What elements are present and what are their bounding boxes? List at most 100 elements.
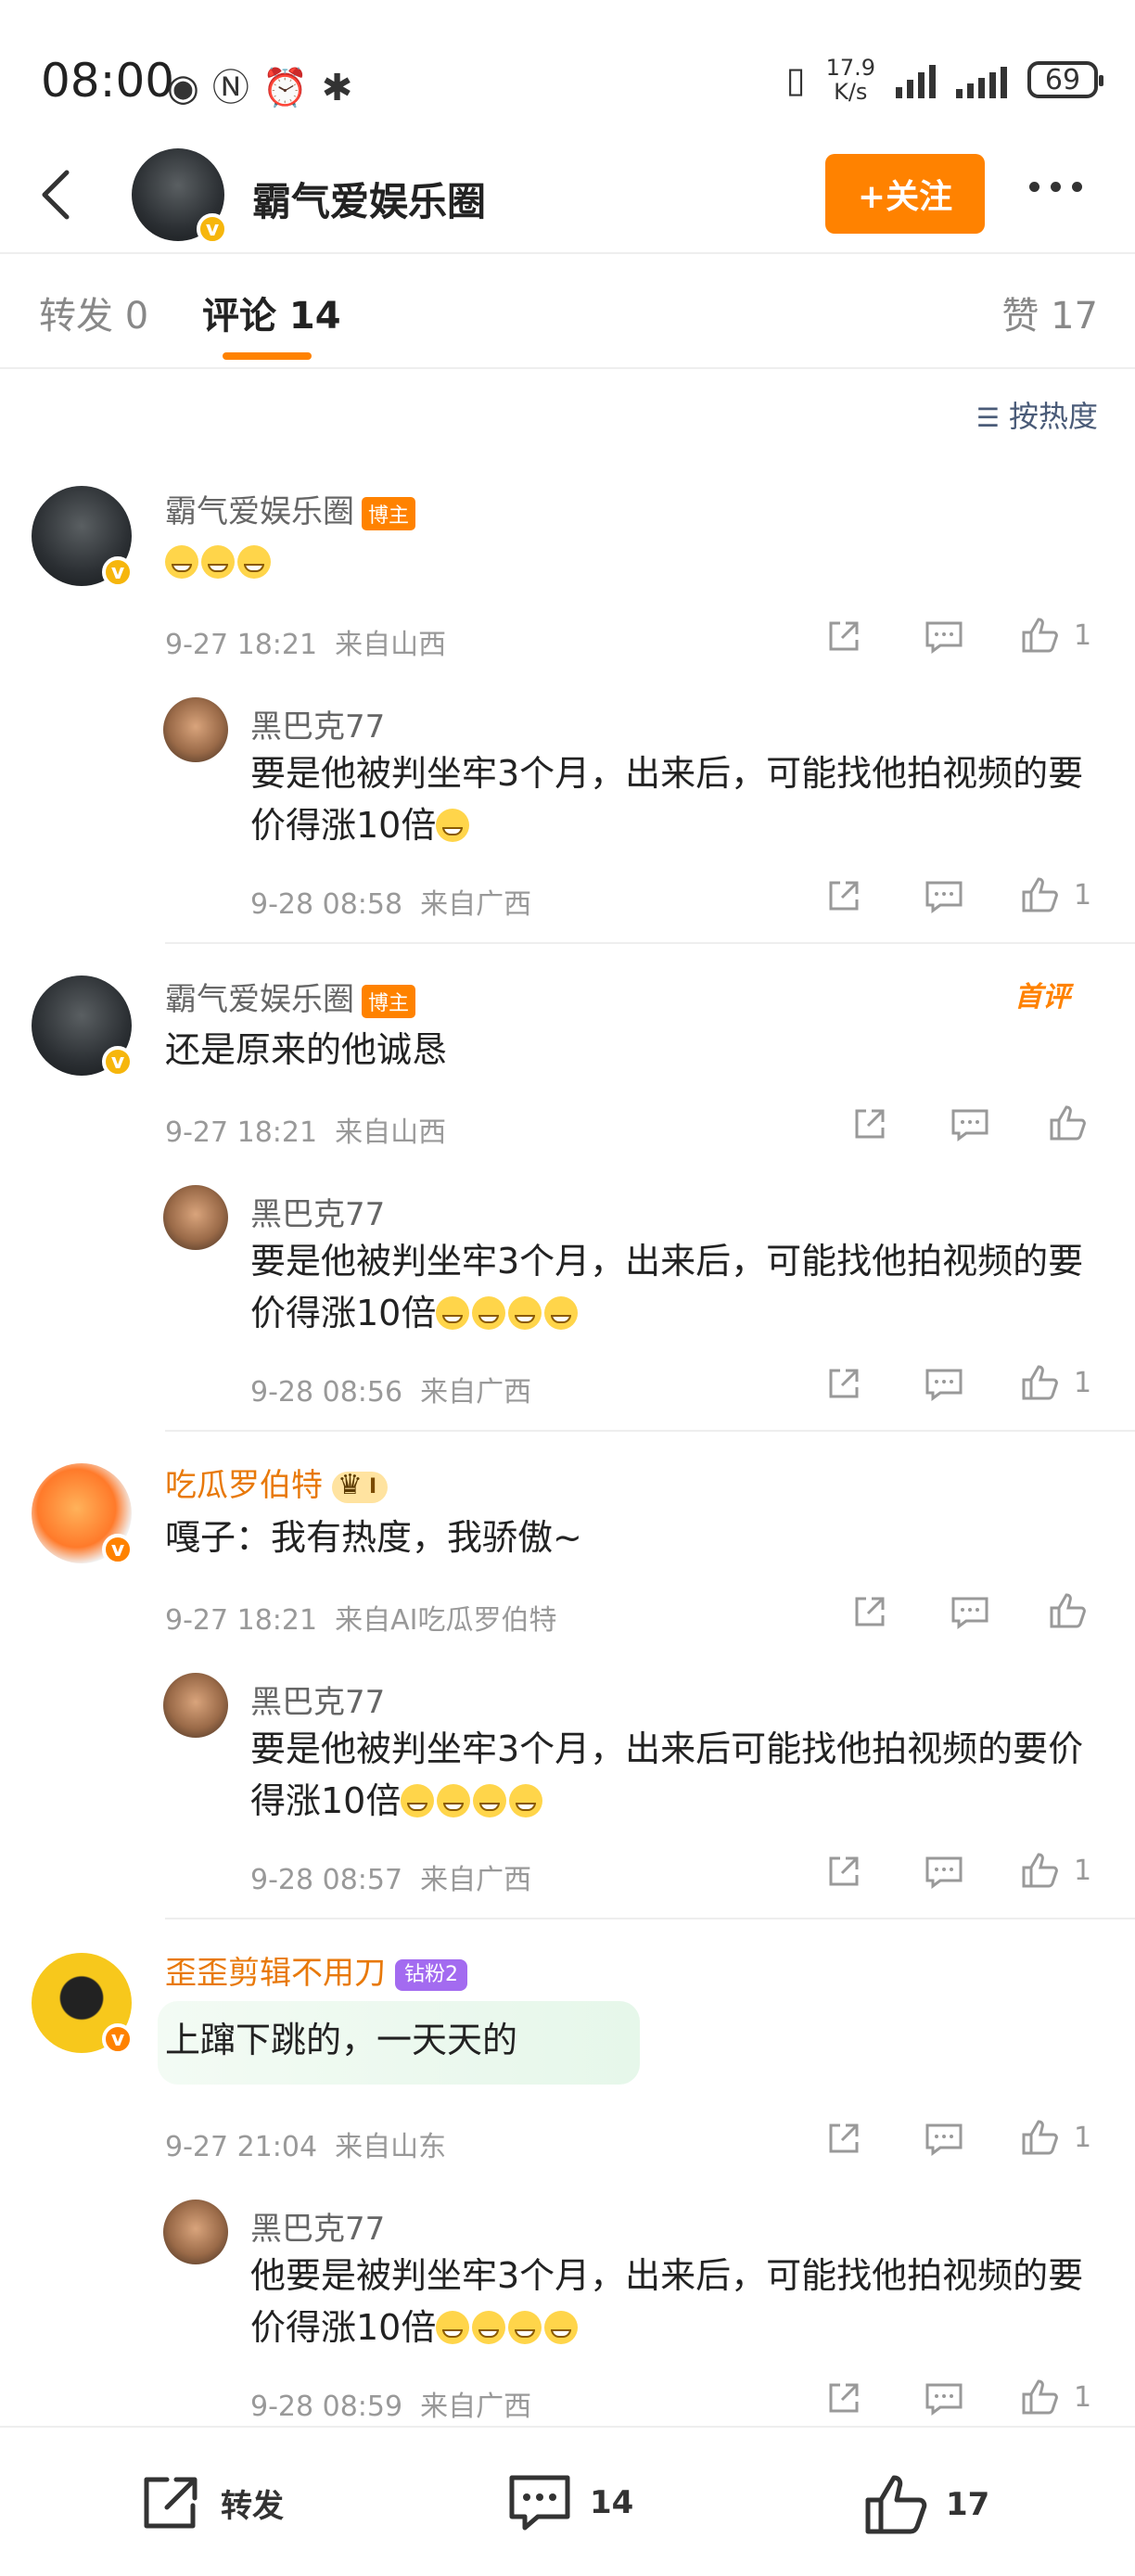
status-time: 08:00 — [41, 54, 175, 108]
host-badge: 博主 — [362, 496, 416, 530]
reply-icon[interactable] — [924, 1367, 964, 1402]
replier-name[interactable]: 黑巴克77 — [250, 2203, 385, 2249]
commenter-name-row: 霸气爱娱乐圈 博主 — [165, 486, 416, 531]
reply-text: 要是他被判坐牢3个月，出来后，可能找他拍视频的要价得涨10倍 — [250, 1241, 1084, 1333]
like-button[interactable]: 1 — [1020, 616, 1091, 655]
grin-emoji — [436, 809, 470, 842]
like-count: 17 — [946, 2486, 990, 2523]
thumbs-up-icon[interactable] — [1048, 1103, 1089, 1142]
reply-icon[interactable] — [950, 1595, 990, 1630]
grin-emoji — [437, 1784, 471, 1817]
share-icon[interactable] — [825, 1365, 862, 1402]
like-button[interactable]: 1 — [1020, 2118, 1091, 2157]
bluetooth-icon: ✱ — [321, 67, 366, 109]
grin-emoji — [508, 1296, 542, 1330]
commenter-avatar[interactable]: v — [32, 1463, 134, 1565]
verified-icon: v — [102, 1046, 134, 1078]
commenter-name[interactable]: 霸气爱娱乐圈 — [165, 981, 354, 1018]
share-icon[interactable] — [825, 877, 862, 914]
commenter-name-row: 霸气爱娱乐圈 博主 — [165, 974, 416, 1019]
verified-icon: v — [102, 2023, 134, 2055]
divider — [0, 252, 1135, 254]
like-button[interactable]: 1 — [1020, 1851, 1091, 1890]
replier-name[interactable]: 黑巴克77 — [250, 701, 385, 746]
like-count: 1 — [1074, 618, 1092, 652]
comment-icon — [509, 2475, 570, 2531]
replier-avatar[interactable] — [163, 1185, 228, 1250]
comment-meta: 9-27 18:21 来自山西 — [165, 1116, 447, 1149]
commenter-name[interactable]: 歪歪剪辑不用刀 — [165, 1955, 386, 1992]
signal-2-icon — [956, 61, 1007, 98]
share-icon[interactable] — [825, 1853, 862, 1890]
share-icon[interactable] — [851, 1105, 888, 1142]
thumbs-up-icon — [1022, 2379, 1058, 2415]
tab-comments[interactable]: 评论 14 — [202, 286, 341, 339]
thumbs-up-icon[interactable] — [1048, 1591, 1089, 1630]
repost-button[interactable]: 转发 — [139, 2472, 284, 2533]
member-level-badge: I — [332, 1470, 389, 1503]
share-icon[interactable] — [825, 2379, 862, 2417]
comment-text — [165, 536, 274, 588]
grin-emoji — [472, 1296, 506, 1330]
commenter-name[interactable]: 吃瓜罗伯特 — [165, 1467, 323, 1504]
account-avatar[interactable]: v — [132, 148, 228, 245]
replier-name[interactable]: 黑巴克77 — [250, 1677, 385, 1722]
share-icon[interactable] — [851, 1593, 888, 1630]
reply-meta: 9-28 08:56 来自广西 — [250, 1376, 532, 1409]
status-icons: ◉Ⓝ⏰✱ — [167, 57, 365, 111]
comment-text: 嘎子：我有热度，我骄傲~ — [165, 1517, 582, 1558]
repost-label: 转发 — [221, 2487, 284, 2525]
grin-emoji — [544, 1296, 579, 1330]
like-count: 1 — [1074, 2380, 1092, 2414]
grin-emoji — [436, 1296, 470, 1330]
network-speed: 17.9 K/s — [825, 55, 875, 105]
account-name[interactable]: 霸气爱娱乐圈 — [252, 171, 486, 227]
thumbs-up-icon — [1022, 1365, 1058, 1400]
like-button[interactable]: 1 — [1020, 875, 1091, 914]
replier-avatar[interactable] — [163, 1673, 228, 1738]
sort-button[interactable]: ☰ 按热度 — [976, 393, 1098, 436]
commenter-name-row: 吃瓜罗伯特 I — [165, 1460, 389, 1505]
reply-icon[interactable] — [924, 2122, 964, 2157]
grin-emoji — [509, 1784, 543, 1817]
reply-icon[interactable] — [924, 619, 964, 655]
tab-repost[interactable]: 转发 0 — [39, 286, 148, 339]
signal-1-icon — [896, 61, 936, 98]
host-badge: 博主 — [362, 984, 416, 1018]
battery-icon: 69 — [1027, 61, 1103, 98]
reply-icon[interactable] — [950, 1107, 990, 1142]
replier-avatar[interactable] — [163, 697, 228, 762]
grin-emoji — [508, 2311, 542, 2344]
like-count: 1 — [1074, 878, 1092, 912]
tab-likes[interactable]: 赞 17 — [1001, 286, 1098, 339]
sort-label: 按热度 — [1008, 399, 1098, 434]
reply-meta: 9-28 08:57 来自广西 — [250, 1864, 532, 1896]
comment-count: 14 — [590, 2484, 634, 2521]
laugh-cry-emoji — [201, 545, 235, 579]
first-comment-tag: 首评 — [1014, 981, 1070, 1014]
reply-text: 要是他被判坐牢3个月，出来后，可能找他拍视频的要价得涨10倍 — [250, 753, 1084, 846]
more-icon[interactable] — [1029, 182, 1082, 192]
commenter-avatar[interactable]: v — [32, 486, 134, 588]
like-post-button[interactable]: 17 — [862, 2472, 989, 2537]
like-button[interactable]: 1 — [1020, 2378, 1091, 2417]
replier-avatar[interactable] — [163, 2200, 228, 2264]
replier-name[interactable]: 黑巴克77 — [250, 1189, 385, 1234]
reply-icon[interactable] — [924, 2381, 964, 2417]
thumbs-up-icon — [1022, 1853, 1058, 1888]
follow-button[interactable]: +关注 — [825, 154, 985, 234]
share-icon[interactable] — [825, 618, 862, 655]
reply-icon[interactable] — [924, 879, 964, 914]
thumbs-up-icon — [1022, 2120, 1058, 2155]
share-icon[interactable] — [825, 2120, 862, 2157]
commenter-avatar[interactable]: v — [32, 1953, 134, 2055]
commenter-avatar[interactable]: v — [32, 976, 134, 1078]
grin-emoji — [473, 1784, 507, 1817]
reply-meta: 9-28 08:59 来自广西 — [250, 2391, 532, 2423]
fan-level-badge: 钻粉2 — [395, 1958, 467, 1991]
back-icon[interactable] — [37, 167, 74, 223]
commenter-name[interactable]: 霸气爱娱乐圈 — [165, 493, 354, 530]
like-button[interactable]: 1 — [1020, 1363, 1091, 1402]
reply-icon[interactable] — [924, 1855, 964, 1890]
comment-button[interactable]: 14 — [506, 2472, 633, 2533]
